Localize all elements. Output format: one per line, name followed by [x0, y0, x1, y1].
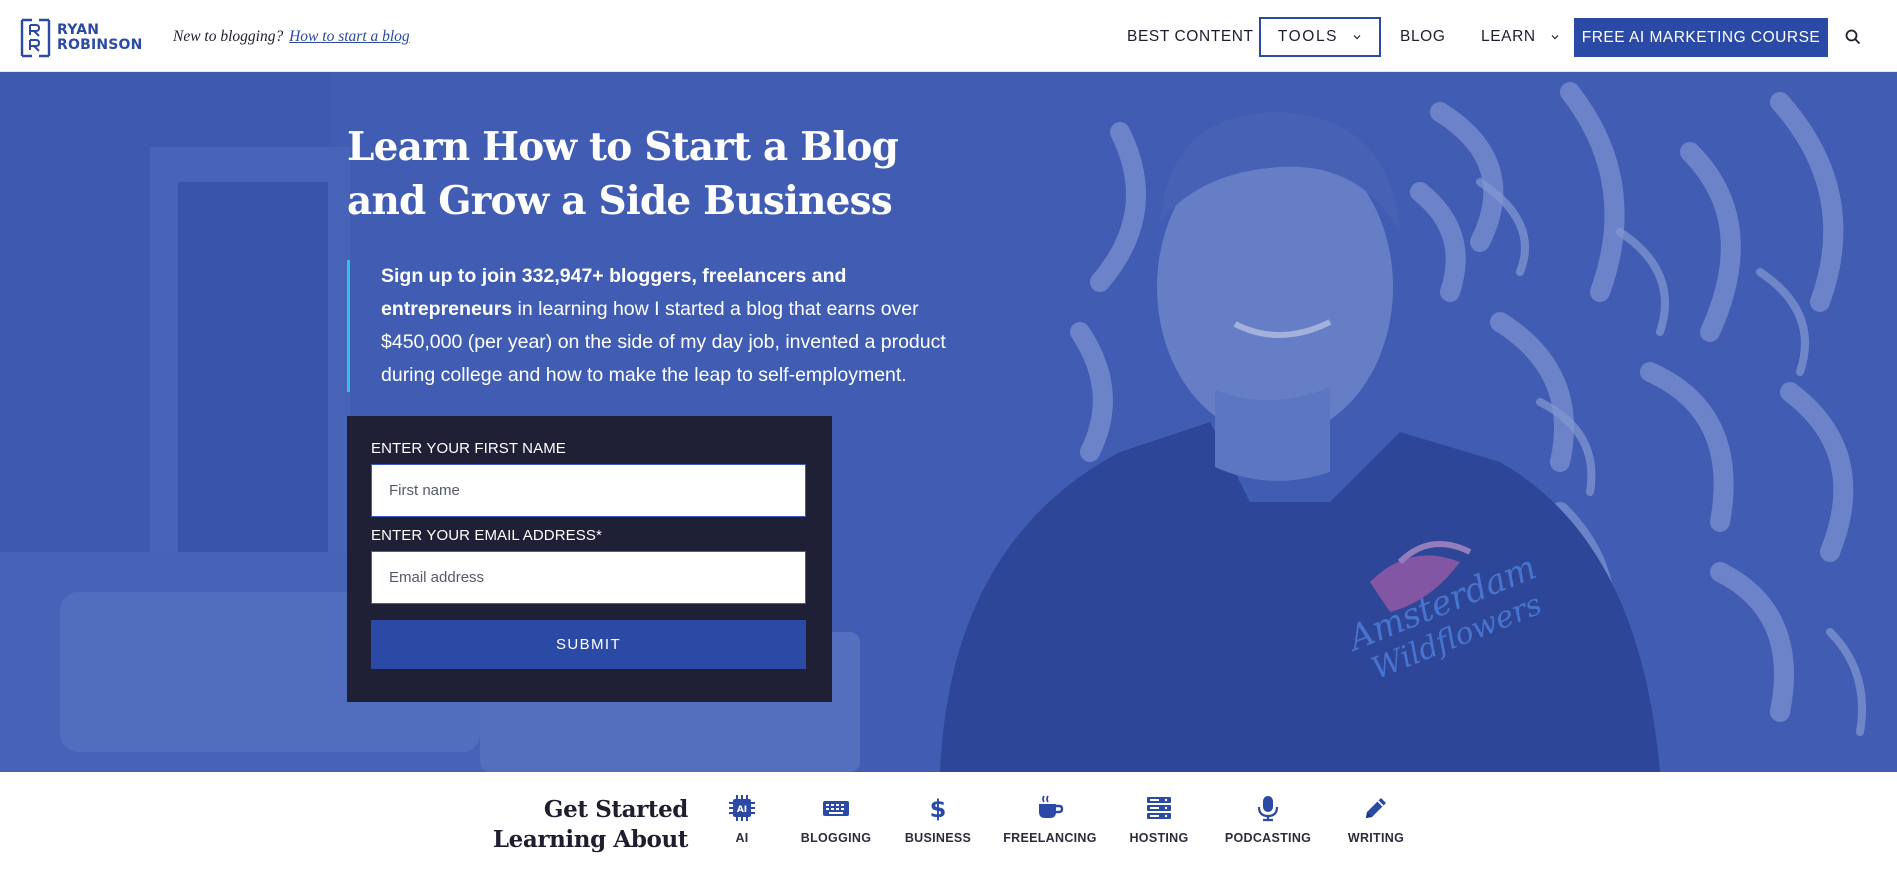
topic-freelancing-label: FREELANCING [1003, 831, 1097, 845]
logo-mark-icon [20, 18, 51, 58]
signup-form: ENTER YOUR FIRST NAME ENTER YOUR EMAIL A… [347, 416, 832, 702]
dollar-icon: $ [930, 795, 947, 822]
topic-writing[interactable]: WRITING [1316, 794, 1436, 845]
topics-strip: Get Started Learning About AI AI BLOGGIN… [0, 772, 1897, 876]
topic-podcasting-label: PODCASTING [1224, 831, 1312, 845]
pencil-icon [1366, 798, 1386, 818]
ai-chip-icon: AI [729, 795, 755, 821]
svg-text:AI: AI [737, 805, 747, 815]
topic-hosting[interactable]: HOSTING [1099, 794, 1219, 845]
hero-title-line-1: Learn How to Start a Blog [347, 124, 899, 170]
submit-button[interactable]: SUBMIT [371, 620, 806, 669]
nav-tools-label: TOOLS [1277, 28, 1339, 45]
topic-freelancing[interactable]: FREELANCING [990, 794, 1110, 845]
chevron-down-icon [1551, 35, 1559, 40]
nav-blog[interactable]: BLOG [1400, 17, 1445, 57]
tagline-prefix: New to blogging? [173, 28, 284, 45]
nav-blog-label: BLOG [1400, 28, 1446, 45]
nav-learn-label: LEARN [1481, 28, 1536, 45]
nav-tools[interactable]: TOOLS [1259, 17, 1381, 57]
topic-business[interactable]: $ BUSINESS [878, 794, 998, 845]
search-icon[interactable] [1844, 28, 1862, 46]
chevron-down-icon [1353, 35, 1361, 40]
logo-line-1: RYAN [57, 22, 100, 38]
microphone-icon [1257, 796, 1279, 822]
free-ai-course-button[interactable]: FREE AI MARKETING COURSE [1574, 18, 1828, 57]
logo-wordmark: RYAN ROBINSON [57, 23, 143, 53]
coffee-cup-icon [1039, 795, 1064, 818]
hero-title: Learn How to Start a Blog and Grow a Sid… [347, 120, 967, 228]
first-name-label: ENTER YOUR FIRST NAME [371, 440, 566, 457]
topics-heading-line-1: Get Started [543, 796, 689, 823]
how-to-start-a-blog-link[interactable]: How to start a blog [289, 28, 410, 45]
nav-best-content[interactable]: BEST CONTENT [1127, 17, 1254, 57]
hero-intro-text: Sign up to join 332,947+ bloggers, freel… [347, 260, 967, 392]
hero-title-line-2: and Grow a Side Business [347, 178, 893, 224]
site-header: RYAN ROBINSON New to blogging? How to st… [0, 0, 1897, 72]
nav-learn[interactable]: LEARN [1481, 17, 1560, 57]
first-name-input[interactable] [371, 464, 806, 517]
site-logo[interactable]: RYAN ROBINSON [20, 18, 143, 58]
topic-podcasting[interactable]: PODCASTING [1208, 794, 1328, 845]
email-input[interactable] [371, 551, 806, 604]
header-tagline: New to blogging? How to start a blog [173, 28, 410, 46]
topic-hosting-label: HOSTING [1129, 831, 1189, 845]
topic-writing-label: WRITING [1347, 831, 1405, 845]
hero-section: Amsterdam Wildflowers Learn How to Start… [0, 72, 1897, 772]
nav-best-content-label: BEST CONTENT [1127, 28, 1254, 45]
topics-heading-line-2: Learning About [492, 826, 689, 853]
topic-business-label: BUSINESS [904, 831, 972, 845]
logo-line-2: ROBINSON [57, 37, 143, 53]
keyboard-icon [823, 801, 849, 816]
topics-heading: Get Started Learning About [440, 795, 689, 855]
email-label: ENTER YOUR EMAIL ADDRESS* [371, 527, 602, 544]
server-icon [1147, 797, 1171, 819]
svg-text:$: $ [930, 795, 947, 822]
